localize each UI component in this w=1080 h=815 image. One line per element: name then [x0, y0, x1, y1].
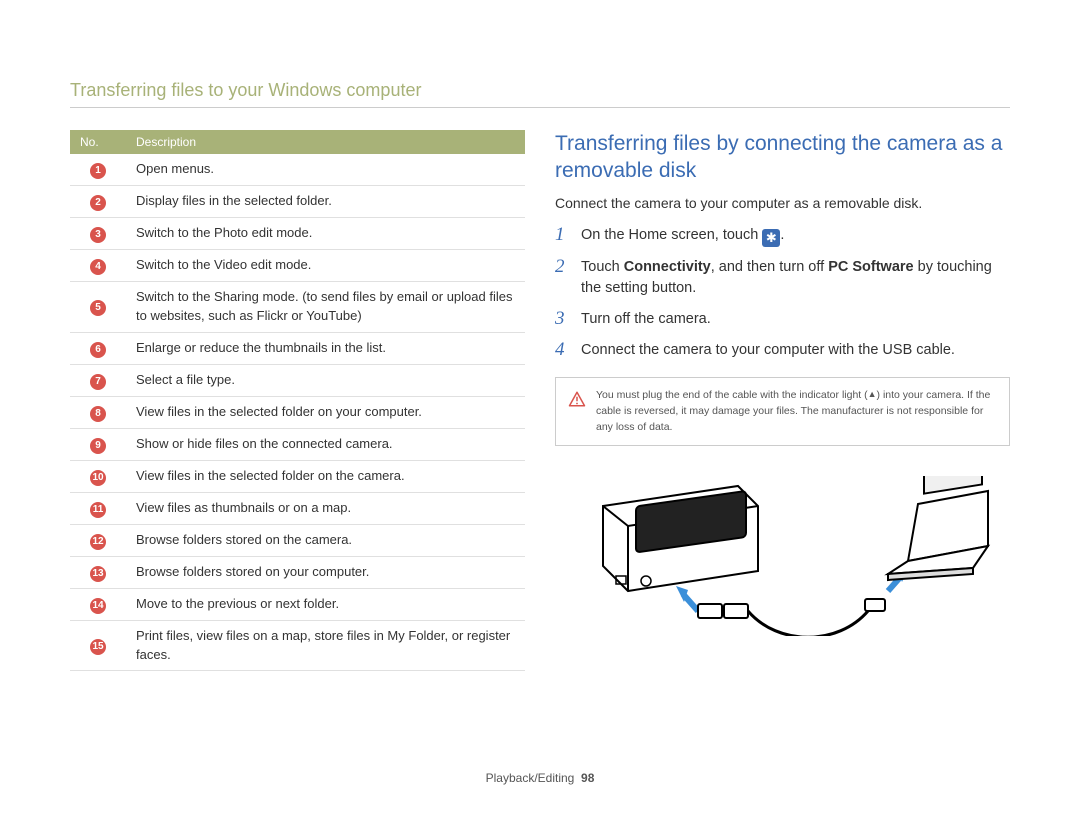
- footer-section: Playback/Editing: [486, 771, 575, 785]
- step-4: Connect the camera to your computer with…: [555, 340, 1010, 361]
- indicator-triangle-icon: ▲: [868, 388, 877, 402]
- steps-list: On the Home screen, touch ✱. Touch Conne…: [555, 225, 1010, 361]
- section-heading: Transferring files by connecting the cam…: [555, 130, 1010, 185]
- row-number-cell: 9: [70, 428, 126, 460]
- table-row: 2 Display files in the selected folder.: [70, 186, 525, 218]
- step-3: Turn off the camera.: [555, 309, 1010, 330]
- table-row: 5 Switch to the Sharing mode. (to send fi…: [70, 282, 525, 333]
- row-number-cell: 8: [70, 396, 126, 428]
- number-badge-icon: 4: [90, 259, 106, 275]
- number-badge-icon: 8: [90, 406, 106, 422]
- description-table: No. Description 1 Open menus. 2 Display fil…: [70, 130, 525, 671]
- left-column: No. Description 1 Open menus. 2 Display fil…: [70, 130, 525, 751]
- row-number-cell: 5: [70, 282, 126, 333]
- row-number-cell: 12: [70, 524, 126, 556]
- row-number-cell: 15: [70, 620, 126, 671]
- number-badge-icon: 11: [90, 502, 106, 518]
- row-description-cell: Browse folders stored on the camera.: [126, 524, 525, 556]
- table-row: 12 Browse folders stored on the camera.: [70, 524, 525, 556]
- row-number-cell: 3: [70, 218, 126, 250]
- warning-box: You must plug the end of the cable with …: [555, 377, 1010, 446]
- row-description-cell: Select a file type.: [126, 364, 525, 396]
- right-column: Transferring files by connecting the cam…: [555, 130, 1010, 751]
- row-number-cell: 11: [70, 492, 126, 524]
- row-number-cell: 7: [70, 364, 126, 396]
- connection-illustration: [555, 466, 1010, 641]
- step-2-a: Touch: [581, 259, 624, 275]
- row-description-cell: Open menus.: [126, 154, 525, 186]
- number-badge-icon: 9: [90, 438, 106, 454]
- table-head-desc: Description: [126, 130, 525, 154]
- table-row: 11 View files as thumbnails or on a map.: [70, 492, 525, 524]
- table-row: 4 Switch to the Video edit mode.: [70, 250, 525, 282]
- row-description-cell: View files in the selected folder on the…: [126, 460, 525, 492]
- row-description-cell: Switch to the Sharing mode. (to send fil…: [126, 282, 525, 333]
- table-row: 8 View files in the selected folder on yo…: [70, 396, 525, 428]
- table-row: 13 Browse folders stored on your computer…: [70, 556, 525, 588]
- table-row: 3 Switch to the Photo edit mode.: [70, 218, 525, 250]
- step-2-connectivity: Connectivity: [624, 259, 711, 275]
- number-badge-icon: 2: [90, 195, 106, 211]
- table-head-no: No.: [70, 130, 126, 154]
- page-header-title: Transferring files to your Windows compu…: [70, 80, 1010, 108]
- warning-text-pre: You must plug the end of the cable with …: [596, 389, 868, 401]
- table-row: 14 Move to the previous or next folder.: [70, 588, 525, 620]
- number-badge-icon: 14: [90, 598, 106, 614]
- number-badge-icon: 10: [90, 470, 106, 486]
- row-number-cell: 6: [70, 332, 126, 364]
- row-description-cell: Show or hide files on the connected came…: [126, 428, 525, 460]
- table-row: 10 View files in the selected folder on t…: [70, 460, 525, 492]
- row-description-cell: Enlarge or reduce the thumbnails in the …: [126, 332, 525, 364]
- warning-icon: [568, 390, 586, 414]
- row-description-cell: View files as thumbnails or on a map.: [126, 492, 525, 524]
- table-row: 1 Open menus.: [70, 154, 525, 186]
- number-badge-icon: 1: [90, 163, 106, 179]
- step-2-c: , and then turn off: [711, 259, 828, 275]
- number-badge-icon: 12: [90, 534, 106, 550]
- row-number-cell: 13: [70, 556, 126, 588]
- table-row: 6 Enlarge or reduce the thumbnails in the…: [70, 332, 525, 364]
- step-1-suffix: .: [780, 227, 784, 243]
- page-footer: Playback/Editing 98: [70, 751, 1010, 785]
- row-description-cell: Move to the previous or next folder.: [126, 588, 525, 620]
- row-description-cell: Browse folders stored on your computer.: [126, 556, 525, 588]
- table-row: 7 Select a file type.: [70, 364, 525, 396]
- row-number-cell: 1: [70, 154, 126, 186]
- intro-text: Connect the camera to your computer as a…: [555, 195, 1010, 211]
- row-number-cell: 14: [70, 588, 126, 620]
- row-description-cell: Print files, view files on a map, store …: [126, 620, 525, 671]
- row-description-cell: Switch to the Photo edit mode.: [126, 218, 525, 250]
- step-2-pcsoftware: PC Software: [828, 259, 913, 275]
- number-badge-icon: 13: [90, 566, 106, 582]
- table-row: 9 Show or hide files on the connected cam…: [70, 428, 525, 460]
- row-description-cell: Switch to the Video edit mode.: [126, 250, 525, 282]
- row-description-cell: Display files in the selected folder.: [126, 186, 525, 218]
- number-badge-icon: 5: [90, 300, 106, 316]
- step-2: Touch Connectivity, and then turn off PC…: [555, 257, 1010, 299]
- row-number-cell: 2: [70, 186, 126, 218]
- number-badge-icon: 3: [90, 227, 106, 243]
- table-row: 15 Print files, view files on a map, stor…: [70, 620, 525, 671]
- step-1-prefix: On the Home screen, touch: [581, 227, 762, 243]
- settings-gear-icon: ✱: [762, 229, 780, 247]
- row-description-cell: View files in the selected folder on you…: [126, 396, 525, 428]
- number-badge-icon: 6: [90, 342, 106, 358]
- footer-page-number: 98: [581, 771, 594, 785]
- number-badge-icon: 7: [90, 374, 106, 390]
- row-number-cell: 10: [70, 460, 126, 492]
- step-1: On the Home screen, touch ✱.: [555, 225, 1010, 247]
- row-number-cell: 4: [70, 250, 126, 282]
- number-badge-icon: 15: [90, 639, 106, 655]
